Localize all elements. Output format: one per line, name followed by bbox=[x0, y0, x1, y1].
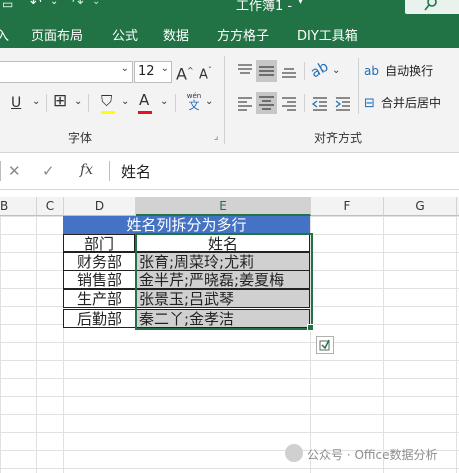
quick-analysis-button[interactable] bbox=[316, 336, 334, 354]
chevron-down-icon[interactable]: ⌄ bbox=[160, 93, 168, 111]
middle-align-button[interactable] bbox=[256, 60, 277, 82]
window-title: 工作簿1 - bbox=[236, 0, 293, 14]
insert-function-icon[interactable]: fx bbox=[80, 162, 93, 178]
underline-icon[interactable]: U bbox=[11, 94, 21, 112]
merge-center-label: 合并后居中 bbox=[381, 96, 442, 110]
column-header-B[interactable]: B bbox=[0, 197, 37, 216]
divider bbox=[88, 94, 89, 112]
chevron-down-icon[interactable]: ⌄ bbox=[74, 93, 82, 111]
tab-diy-toolbox[interactable]: DIY工具箱 bbox=[297, 25, 358, 44]
chevron-down-icon[interactable]: ⌄ bbox=[205, 93, 213, 111]
chevron-down-icon[interactable]: ⌄ bbox=[121, 93, 129, 111]
gridline bbox=[456, 216, 457, 473]
table-title: 姓名列拆分为多行 bbox=[126, 216, 247, 234]
column-header-E[interactable]: E bbox=[136, 197, 311, 216]
font-size-value: 12 bbox=[138, 64, 155, 79]
divider bbox=[304, 94, 305, 112]
divider bbox=[46, 94, 47, 112]
column-header-G[interactable]: G bbox=[384, 197, 457, 216]
align-center-button[interactable] bbox=[256, 92, 277, 114]
tab-formulas[interactable]: 公式 bbox=[112, 25, 138, 44]
chevron-down-icon[interactable]: ⌄ bbox=[32, 93, 40, 111]
cancel-entry-icon[interactable]: ✕ bbox=[8, 162, 21, 180]
search-icon bbox=[424, 0, 437, 11]
font-color-bar bbox=[138, 111, 152, 114]
tab-page-layout[interactable]: 页面布局 bbox=[31, 25, 83, 44]
merge-center-icon: ⊟ bbox=[364, 96, 375, 111]
increase-font-size-icon[interactable]: A^ bbox=[176, 62, 194, 83]
confirm-entry-icon[interactable]: ✓ bbox=[42, 162, 55, 180]
divider bbox=[175, 94, 176, 112]
font-color-icon[interactable]: A bbox=[139, 91, 149, 109]
fill-color-bar bbox=[101, 111, 115, 114]
align-center-icon bbox=[259, 96, 274, 110]
fill-color-icon[interactable]: ⛉ bbox=[101, 92, 112, 110]
search-box[interactable] bbox=[405, 0, 459, 14]
quick-analysis-icon bbox=[319, 339, 330, 351]
divider bbox=[0, 161, 1, 181]
middle-align-icon bbox=[259, 66, 274, 76]
align-left-icon[interactable] bbox=[236, 94, 254, 112]
header-dept-cell[interactable]: 部门 bbox=[63, 234, 135, 252]
decrease-indent-icon[interactable] bbox=[311, 94, 329, 112]
watermark-text: 公众号 · Office数据分析 bbox=[307, 448, 438, 462]
chevron-down-icon[interactable]: ⌄ bbox=[332, 62, 340, 80]
font-dialog-launcher-icon[interactable]: ⌟ bbox=[214, 132, 218, 142]
divider bbox=[304, 62, 305, 80]
divider bbox=[358, 58, 359, 114]
undo-dropdown-icon[interactable]: ⌄ bbox=[50, 0, 58, 11]
bottom-align-icon[interactable] bbox=[280, 62, 298, 80]
wrap-text-button[interactable]: ab 自动换行 bbox=[364, 62, 433, 82]
chevron-down-icon[interactable]: ⌄ bbox=[121, 63, 129, 74]
formula-input[interactable]: 姓名 bbox=[121, 161, 151, 182]
table-title-cell[interactable]: 姓名列拆分为多行 bbox=[63, 216, 310, 234]
font-size-box[interactable]: 12 ⌄ bbox=[134, 61, 172, 83]
group-divider bbox=[224, 56, 225, 144]
tab-fangfang[interactable]: 方方格子 bbox=[217, 25, 269, 44]
top-align-icon[interactable] bbox=[236, 62, 254, 80]
redo-icon[interactable]: ↷ bbox=[72, 0, 84, 12]
tab-data[interactable]: 数据 bbox=[163, 25, 189, 44]
save-icon[interactable]: ▭ bbox=[2, 0, 13, 13]
dept-cell[interactable]: 后勤部 bbox=[63, 309, 136, 328]
dept-cell[interactable]: 销售部 bbox=[63, 270, 136, 289]
alignment-group-label: 对齐方式 bbox=[314, 131, 363, 145]
ribbon: ⌄ 12 ⌄ A^ Aˇ U ⌄ ⊞ ⌄ ⛉ ⌄ A ⌄ wén 文 ⌄ 字体 … bbox=[0, 48, 459, 153]
formula-bar: ✕ ✓ fx 姓名 bbox=[0, 153, 459, 190]
column-header-D[interactable]: D bbox=[64, 197, 136, 216]
tab-partial[interactable]: 入 bbox=[0, 25, 9, 44]
wrap-text-label: 自动换行 bbox=[385, 64, 434, 78]
font-name-box[interactable]: ⌄ bbox=[0, 61, 133, 83]
decrease-font-size-icon[interactable]: Aˇ bbox=[199, 62, 212, 84]
increase-indent-icon[interactable] bbox=[334, 94, 352, 112]
column-header-C[interactable]: C bbox=[37, 197, 64, 216]
orientation-icon[interactable]: ab bbox=[308, 58, 332, 82]
header-dept: 部门 bbox=[83, 235, 114, 252]
divider bbox=[109, 161, 110, 181]
watermark-logo bbox=[285, 444, 303, 462]
phonetic-guide-icon[interactable]: wén 文 bbox=[185, 92, 203, 112]
ribbon-tabs: 入 页面布局 公式 数据 方方格子 DIY工具箱 bbox=[0, 18, 459, 48]
fill-handle[interactable] bbox=[307, 324, 314, 331]
redo-dropdown-icon[interactable]: ⌄ bbox=[92, 0, 100, 11]
title-bar: ▭ ↶ ⌄ ↷ ⌄ 工作簿1 - ▾ bbox=[0, 0, 459, 18]
selection-outline bbox=[135, 233, 313, 330]
gridline bbox=[36, 216, 37, 473]
column-header-F[interactable]: F bbox=[311, 197, 384, 216]
gridline bbox=[383, 216, 384, 473]
borders-icon[interactable]: ⊞ bbox=[53, 92, 67, 110]
dept-cell[interactable]: 财务部 bbox=[63, 252, 136, 271]
title-dropdown-icon[interactable]: ▾ bbox=[298, 0, 303, 7]
wrap-text-icon: ab bbox=[364, 64, 379, 78]
chevron-down-icon[interactable]: ⌄ bbox=[161, 63, 169, 74]
dept-cell[interactable]: 生产部 bbox=[63, 289, 136, 308]
font-group-label: 字体 bbox=[68, 131, 93, 145]
align-right-icon[interactable] bbox=[280, 94, 298, 112]
undo-icon[interactable]: ↶ bbox=[30, 0, 42, 12]
merge-center-button[interactable]: ⊟ 合并后居中 bbox=[364, 94, 441, 114]
